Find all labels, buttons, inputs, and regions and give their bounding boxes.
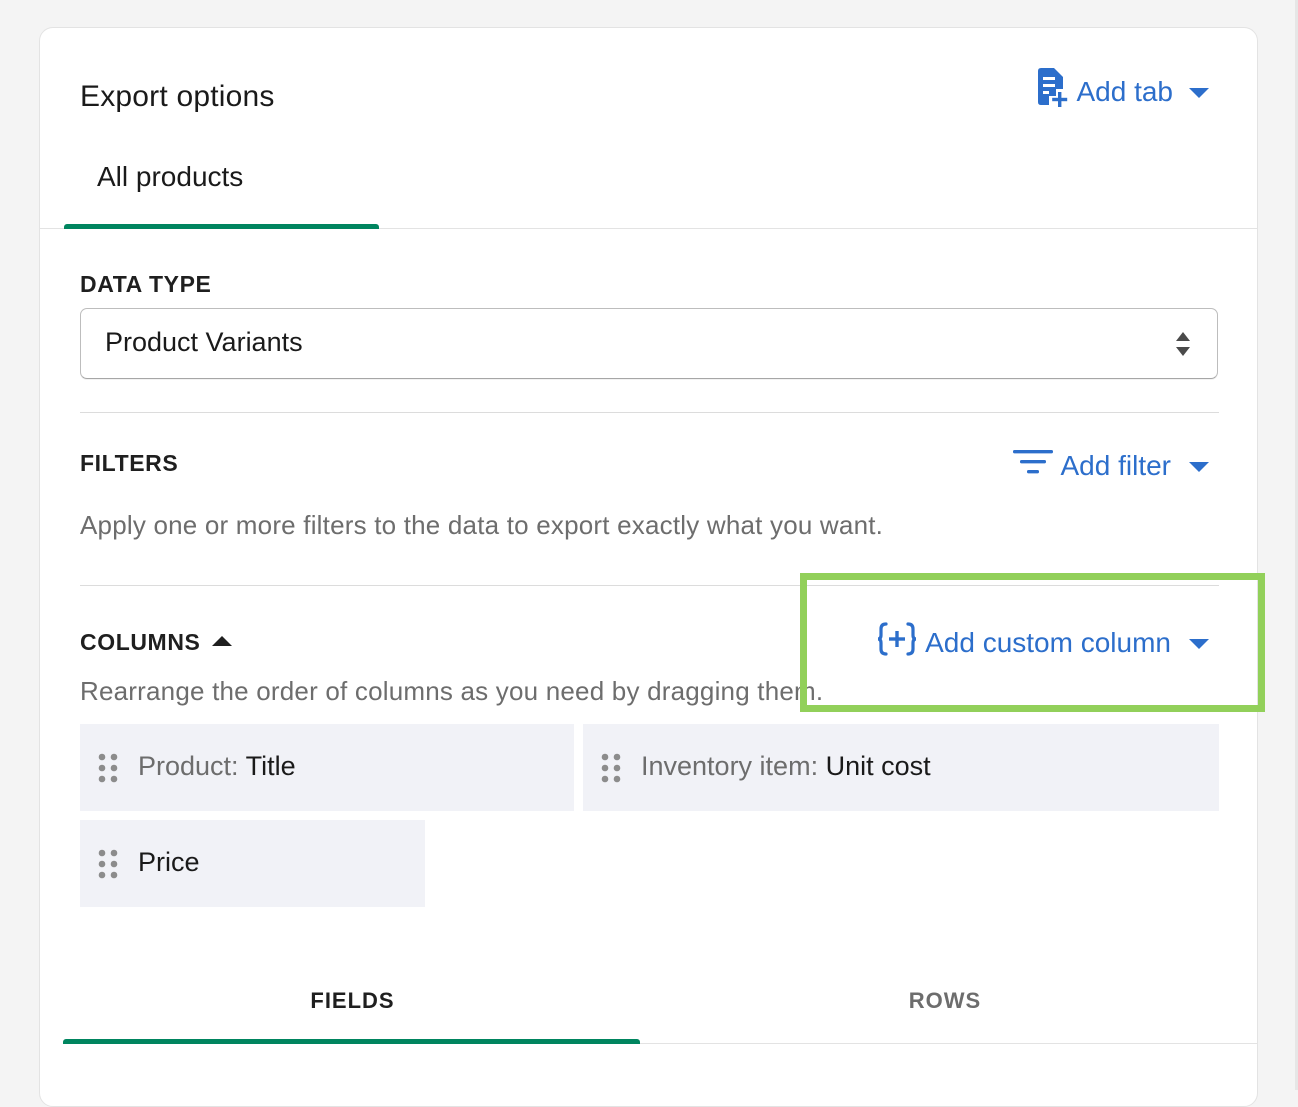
chevron-up-icon xyxy=(212,636,233,646)
column-name: Price xyxy=(138,847,200,877)
select-arrows-icon xyxy=(1175,331,1191,357)
export-options-panel: Export options Add tab All products DATA… xyxy=(39,27,1258,1107)
column-chip-label: Inventory item: Unit cost xyxy=(641,751,931,782)
filters-label: FILTERS xyxy=(80,450,179,476)
curly-brace-plus-icon xyxy=(877,622,917,663)
add-filter-label: Add filter xyxy=(1060,449,1172,481)
column-chip[interactable]: Product: Title xyxy=(80,724,574,811)
tab-rows[interactable]: ROWS xyxy=(650,983,1240,1048)
data-type-select[interactable]: Product Variants xyxy=(80,308,1218,379)
section-divider xyxy=(80,412,1219,413)
columns-label-text: COLUMNS xyxy=(80,629,201,655)
add-tab-label: Add tab xyxy=(1076,75,1173,107)
column-name: Unit cost xyxy=(825,751,931,781)
section-divider xyxy=(80,585,1219,586)
drag-handle-icon[interactable] xyxy=(97,849,119,879)
tab-bar: All products xyxy=(40,148,1257,229)
column-source: Product: xyxy=(138,751,246,781)
column-name: Title xyxy=(245,751,296,781)
columns-label[interactable]: COLUMNS xyxy=(80,629,233,656)
tab-label: All products xyxy=(97,161,244,192)
chevron-down-icon xyxy=(1189,88,1209,98)
tab-fields-label: FIELDS xyxy=(310,988,395,1013)
filters-help-text: Apply one or more filters to the data to… xyxy=(80,510,884,540)
add-custom-column-label: Add custom column xyxy=(925,626,1171,658)
column-chip[interactable]: Inventory item: Unit cost xyxy=(583,724,1219,811)
tab-rows-label: ROWS xyxy=(908,988,982,1013)
column-chip-label: Product: Title xyxy=(138,751,296,782)
drag-handle-icon[interactable] xyxy=(97,753,119,783)
tab-all-products[interactable]: All products xyxy=(64,148,379,229)
document-plus-icon xyxy=(1036,68,1070,115)
active-tab-indicator xyxy=(63,1039,640,1044)
active-tab-indicator xyxy=(64,224,379,229)
chevron-down-icon xyxy=(1189,462,1209,472)
column-chip[interactable]: Price xyxy=(80,820,425,907)
add-tab-button[interactable]: Add tab xyxy=(1036,68,1209,115)
drag-handle-icon[interactable] xyxy=(600,753,622,783)
add-custom-column-button[interactable]: Add custom column xyxy=(877,622,1209,663)
page-title: Export options xyxy=(80,80,275,113)
add-filter-button[interactable]: Add filter xyxy=(1012,448,1209,483)
columns-help-text: Rearrange the order of columns as you ne… xyxy=(80,676,824,706)
filter-lines-icon xyxy=(1012,448,1053,483)
data-type-label: DATA TYPE xyxy=(80,271,212,297)
column-chip-label: Price xyxy=(138,847,200,878)
chevron-down-icon xyxy=(1189,639,1209,649)
data-type-value: Product Variants xyxy=(105,327,303,357)
column-source: Inventory item: xyxy=(641,751,826,781)
